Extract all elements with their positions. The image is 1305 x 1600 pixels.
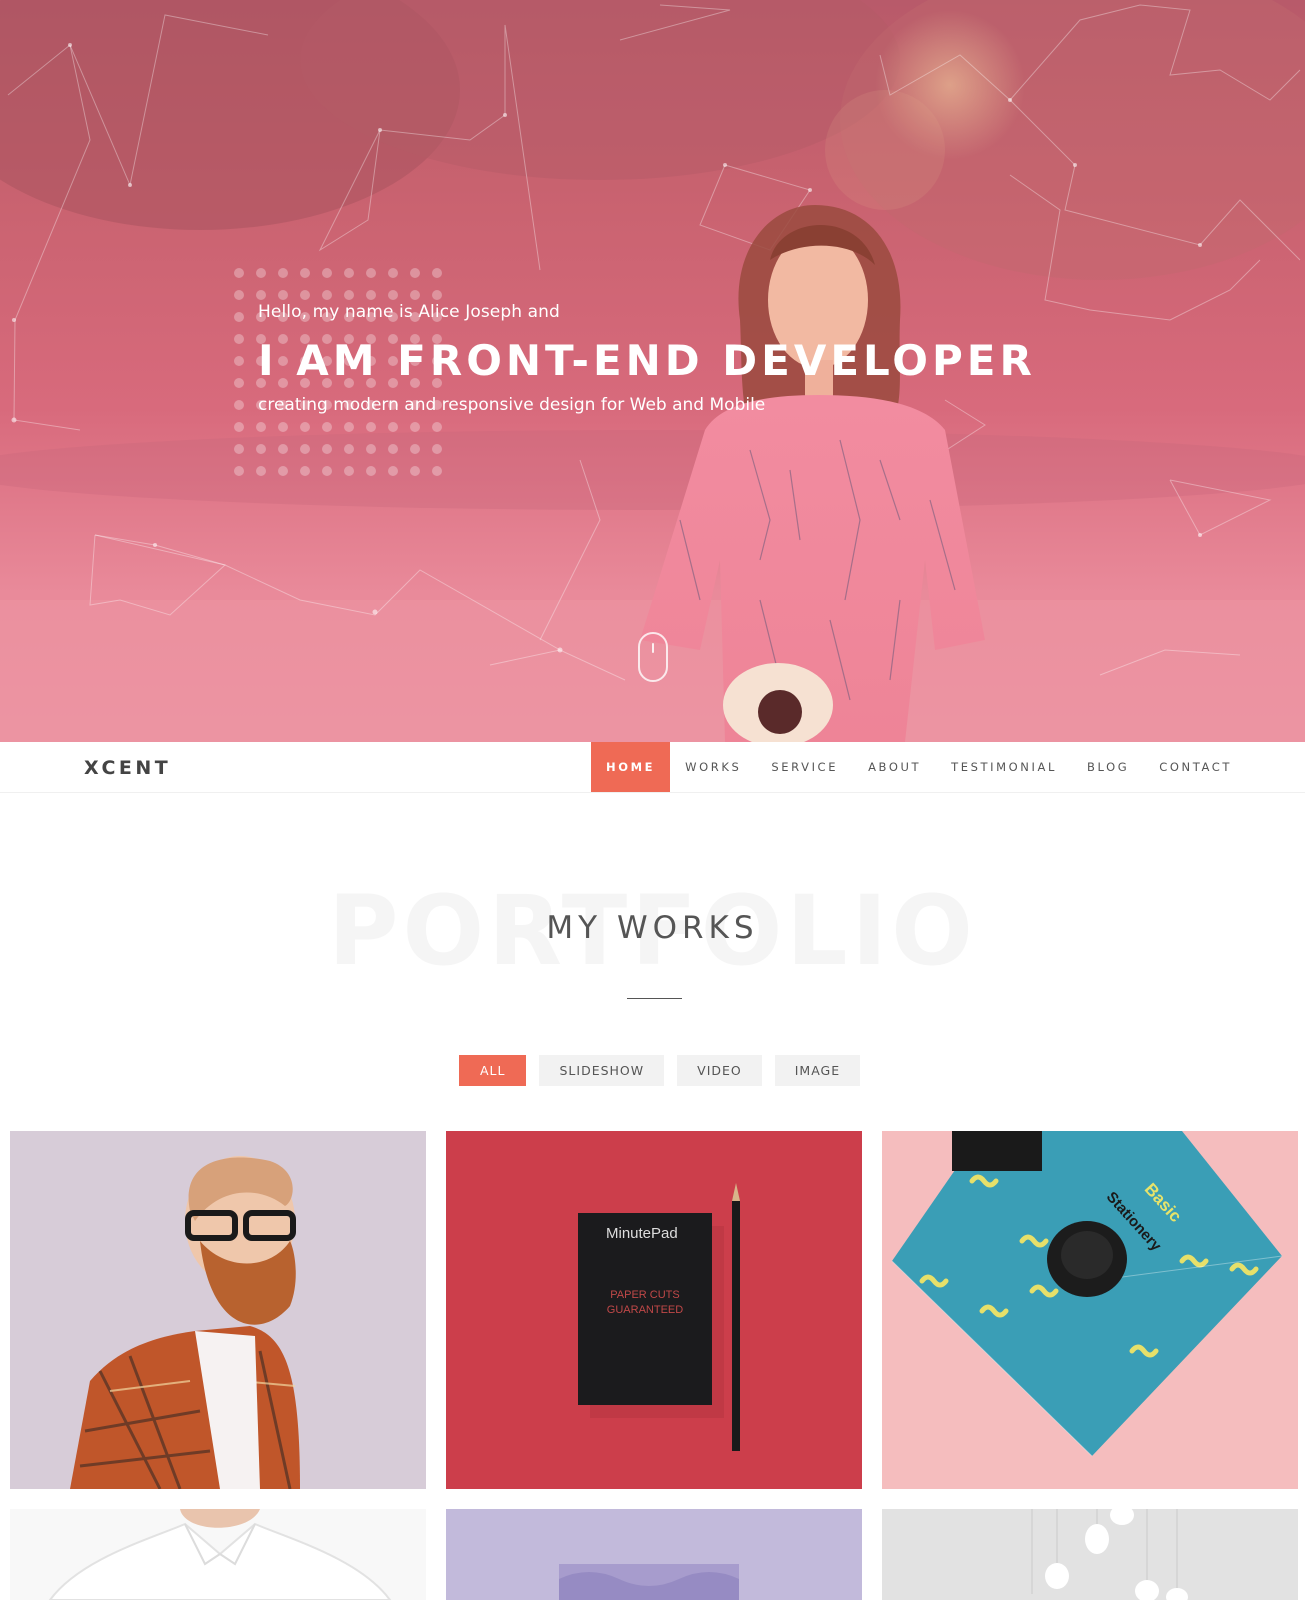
portfolio-item-hanging-bulbs[interactable]: [882, 1509, 1298, 1600]
hero-title: I AM FRONT-END DEVELOPER: [258, 336, 1036, 385]
portfolio-item-minutepad[interactable]: MinutePad PAPER CUTS GUARANTEED: [446, 1131, 862, 1489]
minutepad-tagline-1: PAPER CUTS: [610, 1289, 680, 1301]
nav-item-works[interactable]: WORKS: [670, 742, 756, 792]
filter-all-button[interactable]: ALL: [459, 1055, 527, 1086]
hero-subtitle: creating modern and responsive design fo…: [258, 395, 766, 415]
nav-item-blog[interactable]: BLOG: [1072, 742, 1144, 792]
nav-item-contact[interactable]: CONTACT: [1144, 742, 1247, 792]
filter-video-button[interactable]: VIDEO: [677, 1055, 762, 1086]
hero-section: Hello, my name is Alice Joseph and I AM …: [0, 0, 1305, 742]
nav-item-home[interactable]: HOME: [591, 742, 671, 792]
title-divider: [627, 998, 682, 999]
hero-greeting: Hello, my name is Alice Joseph and: [258, 302, 560, 322]
brand-logo[interactable]: XCENT: [84, 757, 171, 779]
main-navbar: XCENT HOME WORKS SERVICE ABOUT TESTIMONI…: [0, 742, 1305, 793]
hero-intro: Hello, my name is Alice Joseph and I AM …: [258, 302, 1036, 415]
portfolio-item-bearded-man[interactable]: [10, 1131, 426, 1489]
nav-menu: HOME WORKS SERVICE ABOUT TESTIMONIAL BLO…: [591, 742, 1247, 792]
purple-card-image: [446, 1509, 862, 1600]
scroll-down-mouse-icon[interactable]: [638, 632, 668, 682]
white-shirt-image: [10, 1509, 426, 1600]
stationery-image: [882, 1131, 1298, 1489]
nav-item-service[interactable]: SERVICE: [756, 742, 853, 792]
minutepad-tagline-2: GUARANTEED: [606, 1304, 684, 1316]
hanging-bulbs-image: [882, 1509, 1298, 1600]
nav-item-testimonial[interactable]: TESTIMONIAL: [936, 742, 1072, 792]
portfolio-item-stationery[interactable]: Basic Stationery: [882, 1131, 1298, 1489]
filter-image-button[interactable]: IMAGE: [774, 1055, 861, 1086]
minutepad-brand: MinutePad: [606, 1225, 678, 1242]
section-title: MY WORKS: [546, 910, 759, 946]
portfolio-filters: ALL SLIDESHOW VIDEO IMAGE: [459, 1055, 861, 1086]
nav-item-about[interactable]: ABOUT: [853, 742, 936, 792]
bearded-man-image: [10, 1131, 426, 1489]
filter-slideshow-button[interactable]: SLIDESHOW: [539, 1055, 665, 1086]
portfolio-item-purple-card[interactable]: [446, 1509, 862, 1600]
portfolio-item-white-shirt[interactable]: [10, 1509, 426, 1600]
